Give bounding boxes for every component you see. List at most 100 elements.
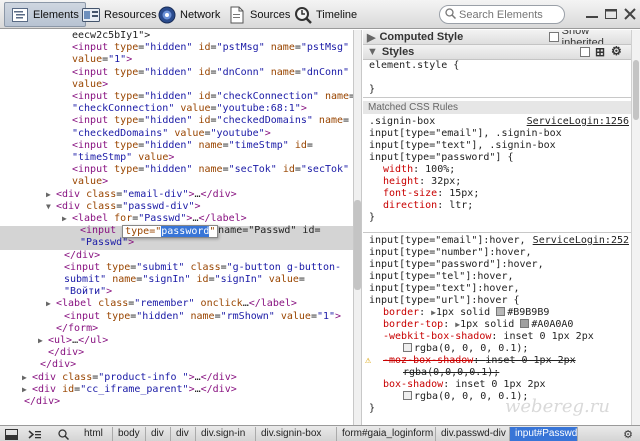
breadcrumb-item[interactable]: body (113, 427, 146, 441)
tab-sources[interactable]: Sources (222, 2, 296, 27)
dom-node-line[interactable]: ▶ <div id="cc_iframe_parent">…</div> (22, 384, 237, 396)
breadcrumb-item[interactable]: div.signin-box (256, 427, 337, 441)
dom-token: type (106, 261, 131, 273)
expand-arrow-icon[interactable]: ▶ (38, 335, 43, 347)
rule-signin-box[interactable]: ServiceLogin:1256 .signin-box input[type=… (369, 116, 631, 224)
dom-node-line[interactable]: <input type="hidden" id="dnConn" name="d… (72, 67, 349, 79)
dom-node-line[interactable]: <input type="hidden" id="pstMsg" name="p… (72, 42, 349, 54)
search-input[interactable] (459, 8, 559, 21)
css-property[interactable]: border: ▶1px solid #B9B9B9 (369, 307, 631, 319)
breadcrumb-item[interactable]: div (171, 427, 196, 441)
css-property[interactable]: box-shadow: inset 0 1px 2px (369, 379, 631, 391)
breadcrumb-item[interactable]: html (79, 427, 113, 441)
expand-arrow-icon[interactable]: ▶ (46, 189, 51, 201)
dom-node-line[interactable]: ▶ <ul>…</ul> (38, 335, 108, 347)
dom-tree[interactable]: eecw2c5bIy1"> <input type="hidden" id="ps… (0, 30, 353, 425)
dom-node-line[interactable]: "checkConnection" value="youtube:68:1"> (72, 103, 307, 115)
dom-token: "checkedDomains" (216, 115, 313, 127)
css-colon: : (419, 307, 432, 318)
dom-node-line[interactable]: submit" name="signIn" id="signIn" value= (64, 274, 305, 286)
styles-label: Styles (381, 46, 415, 58)
dom-node-line[interactable]: ▼ <div class="passwd-div"> (46, 201, 201, 213)
tab-network[interactable]: Network (152, 2, 226, 27)
css-property[interactable]: width: 100%; (369, 164, 631, 176)
css-property[interactable]: direction: ltr; (369, 200, 631, 212)
tab-timeline[interactable]: Timeline (288, 2, 363, 27)
css-property[interactable]: ⚠ -moz-box-shadow: inset 0 1px 2px (365, 355, 631, 367)
computed-style-header[interactable]: ▶ Computed Style Show inherited (363, 30, 631, 49)
new-rule-icon[interactable] (580, 47, 590, 57)
dom-node-line[interactable]: ▶ <label class="remember" onclick…</label… (46, 298, 297, 310)
attribute-edit-field[interactable]: type="password" (122, 224, 219, 238)
dom-node-line[interactable]: <input type="hidden" name="timeStmp" id= (72, 140, 313, 152)
styles-header[interactable]: ▼ Styles ⊞ ⚙ (363, 44, 631, 60)
color-swatch[interactable] (403, 343, 412, 352)
dock-icon[interactable] (3, 427, 19, 441)
dom-node-line[interactable]: value="1"> (72, 54, 132, 66)
dom-node-line[interactable]: </div> (40, 359, 76, 371)
rule-source-link[interactable]: ServiceLogin:1256 (527, 116, 629, 128)
dom-node-line[interactable]: </div> (64, 250, 100, 262)
close-icon[interactable] (623, 8, 637, 20)
dom-node-line[interactable]: </div> (24, 396, 60, 408)
element-style-rule[interactable]: element.style { } (369, 60, 631, 96)
expand-arrow-icon[interactable]: ▶ (22, 372, 27, 384)
css-property[interactable]: font-size: 15px; (369, 188, 631, 200)
color-swatch[interactable] (403, 391, 412, 400)
search-box[interactable] (439, 5, 565, 24)
restore-icon[interactable] (604, 8, 618, 20)
settings-gear-icon[interactable]: ⚙ (620, 427, 636, 441)
gear-icon[interactable]: ⚙ (611, 44, 622, 58)
dom-token: > (128, 237, 135, 249)
element-style-open: element.style { (369, 60, 460, 71)
dom-node-line[interactable]: <input type="hidden" name="secTok" id="s… (72, 164, 349, 176)
dom-node-line[interactable]: ▶ <div class="product-info ">…</div> (22, 372, 237, 384)
dom-node-line[interactable]: "checkedDomains" value="youtube"> (72, 128, 271, 140)
dom-node-line[interactable]: <input type="hidden" id="checkConnection… (72, 91, 353, 103)
breadcrumb-item[interactable]: form#gaia_loginform (337, 427, 436, 441)
expand-arrow-icon[interactable]: ▶ (22, 384, 27, 396)
dom-node-line[interactable]: <input type="hidden" id="checkedDomains"… (72, 115, 349, 127)
console-icon[interactable] (27, 427, 43, 441)
breadcrumb-item[interactable]: div (146, 427, 171, 441)
color-swatch[interactable] (496, 307, 506, 316)
dom-node-line[interactable]: <input type="submit" class="g-button g-b… (64, 262, 341, 274)
sidebar-scrollbar[interactable] (631, 30, 640, 425)
element-state-icon[interactable]: ⊞ (595, 45, 605, 59)
breadcrumb-item[interactable]: div.sign-in (196, 427, 256, 441)
color-swatch[interactable] (520, 319, 530, 328)
css-property[interactable]: -webkit-box-shadow: inset 0 1px 2px (369, 331, 631, 343)
tab-elements[interactable]: Elements (4, 2, 86, 27)
css-property[interactable]: border-top: ▶1px solid #A0A0A0 (369, 319, 631, 331)
rule-source-link[interactable]: ServiceLogin:252 (533, 235, 629, 247)
minimize-icon[interactable] (585, 8, 599, 20)
dom-node-line[interactable]: ▶ <label for="Passwd">…</label> (62, 213, 247, 225)
dom-node-line[interactable]: eecw2c5bIy1"> (72, 30, 150, 42)
dom-scrollbar-thumb[interactable] (354, 200, 361, 290)
sidebar-scrollbar-thumb[interactable] (633, 60, 639, 120)
dom-node-line[interactable]: "timeStmp" value> (72, 152, 174, 164)
dom-node-line[interactable]: <input type="hidden" name="rmShown" valu… (64, 311, 341, 323)
css-colon: : (473, 355, 486, 366)
dom-node-line[interactable]: value> (72, 176, 108, 188)
dom-node-line[interactable]: "Войти"> (64, 286, 112, 298)
dom-token: value (268, 274, 299, 285)
breadcrumb-item[interactable]: input#Passwd (510, 427, 578, 441)
dom-node-selected[interactable]: "Passwd"> (80, 237, 134, 249)
dom-node-line[interactable]: ▶ <div class="email-div">…</div> (46, 189, 237, 201)
css-property-name: direction (383, 200, 438, 211)
dom-node-line[interactable]: </form> (56, 323, 98, 335)
expand-arrow-icon[interactable]: ▶ (46, 298, 51, 310)
rule-input-hover[interactable]: ServiceLogin:252 input[type="email"]:hov… (365, 235, 631, 415)
tab-resources[interactable]: Resources (76, 2, 163, 27)
show-inherited-checkbox[interactable] (549, 32, 559, 42)
css-property[interactable]: height: 32px; (369, 176, 631, 188)
dom-token: for (114, 213, 133, 224)
expand-arrow-icon[interactable]: ▶ (62, 213, 67, 225)
breadcrumb-item[interactable]: div.passwd-div (436, 427, 510, 441)
collapse-arrow-icon[interactable]: ▼ (46, 201, 51, 213)
dom-node-line[interactable]: </div> (48, 347, 84, 359)
inspect-search-icon[interactable] (55, 427, 71, 441)
dom-node-selected[interactable]: <input (80, 225, 116, 237)
dom-node-line[interactable]: value> (72, 79, 108, 91)
